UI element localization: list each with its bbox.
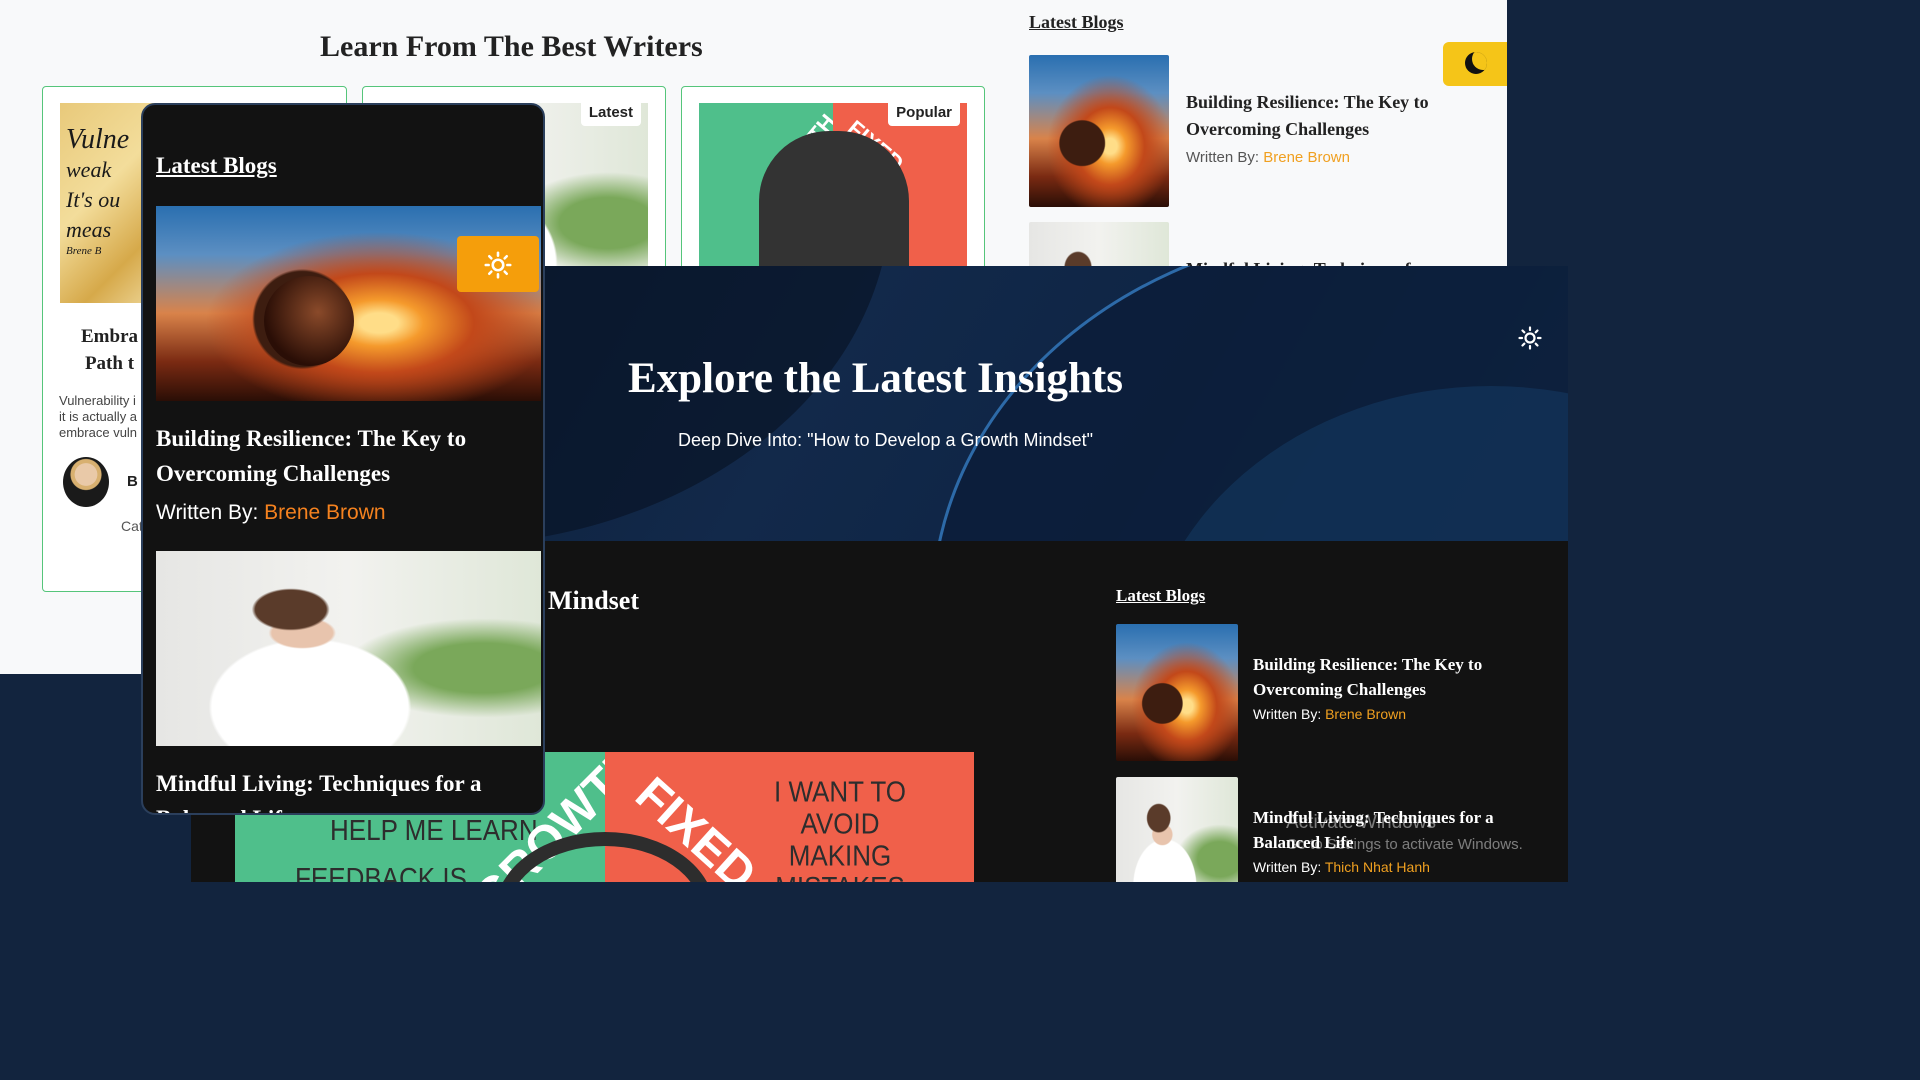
sun-icon[interactable] (1518, 326, 1542, 350)
latest-blogs-sidebar: Latest Blogs Building Resilience: The Ke… (1029, 12, 1499, 374)
excerpt-line: embrace vuln (59, 425, 138, 440)
author-avatar (63, 457, 109, 507)
sidebar-heading[interactable]: Latest Blogs (156, 153, 277, 179)
blog-thumbnail[interactable] (1116, 624, 1238, 761)
mobile-preview-frame: Latest Blogs Building Resilience: The Ke… (141, 103, 545, 815)
image-text-line: MISTAKES (765, 871, 915, 882)
watermark-subtitle: Go to Settings to activate Windows. (1286, 836, 1523, 853)
written-by-label: Written By: (1253, 706, 1322, 722)
blog-title[interactable]: Building Resilience: The Key to Overcomi… (1186, 89, 1476, 143)
written-by-label: Written By: (156, 501, 259, 524)
quote-line: Brene B (66, 245, 102, 257)
blog-author-line: Written By: Thich Nhat Hanh (1253, 859, 1508, 875)
written-by-label: Written By: (1253, 859, 1322, 875)
blog-title[interactable]: Mindful Living: Techniques for a Balance… (156, 766, 526, 813)
written-by-label: Written By: (1186, 149, 1260, 166)
author-link[interactable]: Brene Brown (1325, 706, 1406, 722)
watermark-title: Activate Windows (1286, 812, 1436, 833)
image-text-line: AVOID MAKING (788, 807, 892, 872)
author-link[interactable]: Brene Brown (1263, 149, 1350, 166)
latest-badge: Latest (580, 99, 641, 126)
latest-blogs-sidebar: Latest Blogs Building Resilience: The Ke… (1116, 586, 1556, 882)
quote-line: It's ou (66, 187, 121, 212)
quote-line: meas (66, 217, 112, 242)
theme-toggle-button[interactable] (1443, 42, 1507, 86)
blog-author-line: Written By: Brene Brown (1253, 706, 1508, 722)
blog-title[interactable]: Building Resilience: The Key to Overcomi… (1253, 652, 1508, 702)
boulder-silhouette (264, 276, 354, 366)
sidebar-heading[interactable]: Latest Blogs (1116, 586, 1556, 606)
blog-thumbnail[interactable] (1116, 777, 1238, 882)
excerpt-line: Vulnerability i (59, 393, 136, 408)
quote-image-text: Vulne weak It's ou meas Brene B (66, 124, 130, 258)
popular-badge: Popular (888, 99, 960, 126)
image-text: I WANT TO AVOID MAKING MISTAKES (765, 776, 915, 882)
sidebar-blog-item[interactable]: Building Resilience: The Key to Overcomi… (1029, 55, 1476, 207)
quote-line: weak (66, 157, 112, 182)
moon-icon (1465, 52, 1487, 74)
blog-author-line: Written By: Brene Brown (1186, 149, 1476, 166)
sidebar-heading[interactable]: Latest Blogs (1029, 12, 1499, 33)
category-label: Cat (121, 518, 143, 534)
blog-title[interactable]: Building Resilience: The Key to Overcomi… (156, 421, 526, 491)
quote-line: Vulne (66, 124, 130, 155)
excerpt-line: it is actually a (59, 409, 138, 424)
sidebar-blog-item[interactable]: Building Resilience: The Key to Overcomi… (1116, 624, 1508, 761)
blog-author-line: Written By: Brene Brown (156, 501, 386, 525)
blog-thumbnail[interactable] (1029, 55, 1169, 207)
card-excerpt: Vulnerability i it is actually a embrace… (59, 393, 137, 441)
blog-thumbnail[interactable] (156, 551, 541, 746)
section-title: Learn From The Best Writers (320, 30, 703, 63)
image-text: FEEDBACK IS (295, 861, 467, 882)
sun-icon (484, 251, 512, 279)
author-link[interactable]: Thich Nhat Hanh (1325, 859, 1430, 875)
author-link[interactable]: Brene Brown (264, 501, 385, 524)
post-heading: Mindset (548, 586, 639, 615)
theme-toggle-button[interactable] (457, 236, 539, 292)
image-text-line: I WANT TO (774, 775, 906, 809)
hero-subtitle: Deep Dive Into: "How to Develop a Growth… (678, 430, 1093, 450)
windows-activation-watermark: Activate Windows Go to Settings to activ… (1286, 812, 1523, 853)
author-name[interactable]: B (127, 473, 138, 490)
hero-title: Explore the Latest Insights (628, 355, 1123, 402)
